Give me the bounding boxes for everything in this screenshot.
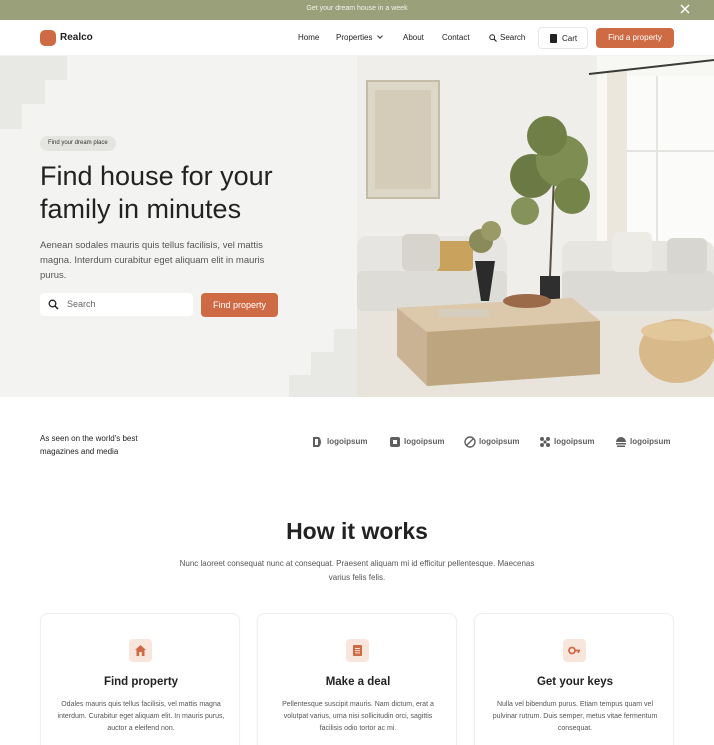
brand-name[interactable]: Realco [60,32,93,43]
hero-section: Find your dream place Find house for you… [0,56,357,397]
decor-step [0,56,67,80]
media-logo-text: logoipsum [554,437,595,446]
card-text: Pellentesque suscipit mauris. Nam dictum… [282,701,434,732]
card-title: Get your keys [536,676,614,688]
brand-logo-icon[interactable] [40,30,56,46]
home-icon [135,645,146,656]
decor-step [334,329,357,397]
decor-step [0,80,45,104]
hero-search-input[interactable]: Search [40,293,193,316]
search-icon [489,34,497,42]
nav-link-contact[interactable]: Contact [442,33,470,42]
decor-step [311,352,334,397]
how-it-works-description: Nunc laoreet consequat nunc at consequat… [179,559,535,582]
step-card-get-your-keys: Get your keys Nulla vel bibendum purus. … [474,613,674,745]
nav-link-about[interactable]: About [403,33,424,42]
step-card-find-property: Find property Odales mauris quis tellus … [40,613,240,745]
find-property-button[interactable]: Find property [201,293,278,317]
logoipsum-icon [464,436,476,448]
find-a-property-button[interactable]: Find a property [596,28,674,48]
card-title: Make a deal [325,676,391,688]
cart-button[interactable]: Cart [538,27,588,49]
card-text: Odales mauris quis tellus facilisis, vel… [57,701,225,732]
as-seen-on-text: As seen on the world's best magazines an… [40,434,138,456]
hero-interior-image [357,56,714,397]
document-icon [353,645,362,656]
hero-description: Aenean sodales mauris quis tellus facili… [40,240,265,281]
media-logo-text: logoipsum [404,437,445,446]
hero-search-placeholder: Search [67,299,96,309]
media-logo-text: logoipsum [327,437,368,446]
media-logo-text: logoipsum [479,437,520,446]
logoipsum-icon [390,437,400,447]
close-icon[interactable] [678,2,692,16]
hero-title: Find house for your family in minutes [40,161,273,224]
search-icon [48,299,59,310]
cart-icon [550,34,557,43]
card-icon-wrapper [129,639,152,662]
announcement-bar: Get your dream house in a week [0,0,714,20]
nav-link-properties-label: Properties [336,33,373,42]
card-icon-wrapper [346,639,369,662]
nav-link-home[interactable]: Home [298,33,319,42]
decor-step [0,104,22,129]
hero-badge: Find your dream place [40,136,116,151]
logoipsum-icon [540,437,550,447]
nav-search-link[interactable]: Search [489,33,525,42]
announcement-text: Get your dream house in a week [306,5,408,12]
card-text: Nulla vel bibendum purus. Etiam tempus q… [492,701,658,732]
top-nav: Realco Home Properties About Contact Sea… [0,20,714,56]
card-title: Find property [103,676,179,688]
logoipsum-icon [616,437,626,447]
nav-search-label: Search [500,33,526,42]
cart-label: Cart [562,34,578,43]
logoipsum-icon [313,437,321,447]
card-icon-wrapper [563,639,586,662]
media-logo-text: logoipsum [630,437,671,446]
nav-link-properties[interactable]: Properties [336,33,384,42]
how-it-works-title: How it works [286,518,428,544]
key-icon [568,646,580,655]
decor-step [289,375,311,397]
chevron-down-icon [377,33,384,39]
step-card-make-a-deal: Make a deal Pellentesque suscipit mauris… [257,613,457,745]
